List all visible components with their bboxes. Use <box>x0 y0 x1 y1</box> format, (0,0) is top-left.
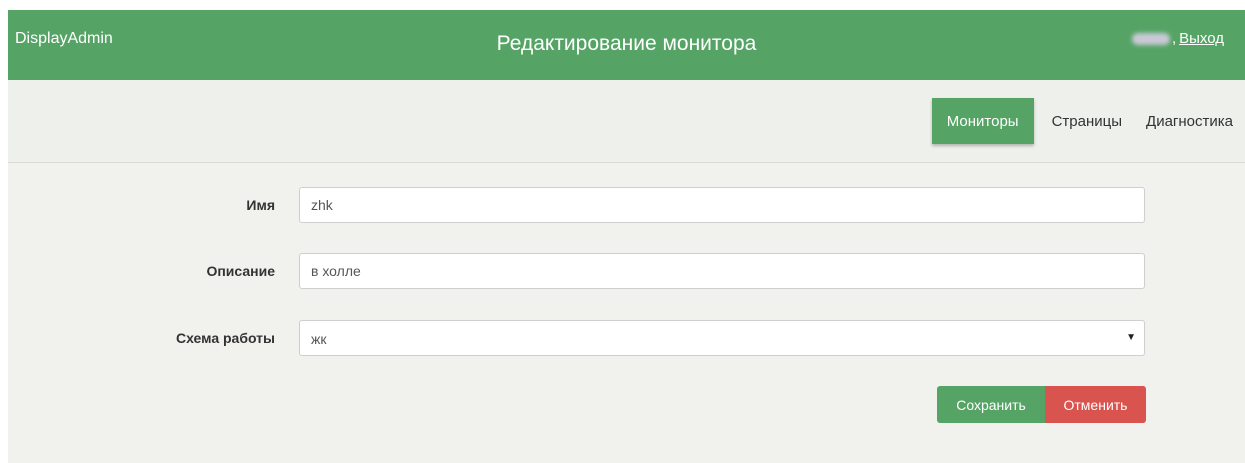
form-row-name: Имя <box>8 187 1245 225</box>
form-row-scheme: Схема работы жк ▼ <box>8 320 1245 358</box>
main-nav: Мониторы Страницы Диагностика <box>931 98 1245 144</box>
chevron-down-icon: ▼ <box>1126 332 1136 343</box>
name-label: Имя <box>246 197 275 213</box>
description-input[interactable] <box>299 253 1145 289</box>
page-title: Редактирование монитора <box>496 32 757 55</box>
form-actions: Сохранить Отменить <box>937 386 1146 423</box>
name-input[interactable] <box>299 187 1145 223</box>
top-header: DisplayAdmin Редактирование монитора , Вы… <box>8 10 1245 80</box>
nav-item-pages[interactable]: Страницы <box>1040 98 1134 144</box>
navbar: Мониторы Страницы Диагностика <box>8 80 1245 163</box>
nav-item-diagnostics[interactable]: Диагностика <box>1134 98 1245 144</box>
app-window: DisplayAdmin Редактирование монитора , Вы… <box>8 10 1245 463</box>
description-label: Описание <box>206 263 275 279</box>
scheme-select[interactable]: жк ▼ <box>299 320 1145 356</box>
user-separator: , <box>1171 30 1177 47</box>
scheme-select-value: жк <box>311 331 327 347</box>
save-button[interactable]: Сохранить <box>937 386 1045 423</box>
logout-link[interactable]: Выход <box>1179 30 1224 47</box>
form-row-description: Описание <box>8 253 1245 291</box>
scheme-label: Схема работы <box>176 330 275 346</box>
nav-item-monitors[interactable]: Мониторы <box>931 98 1034 144</box>
monitor-edit-form: Имя Описание Схема работы жк ▼ Сохранить… <box>8 163 1245 463</box>
user-name-blurred <box>1131 33 1170 46</box>
cancel-button[interactable]: Отменить <box>1045 386 1146 423</box>
user-box: , Выход <box>1131 30 1224 47</box>
